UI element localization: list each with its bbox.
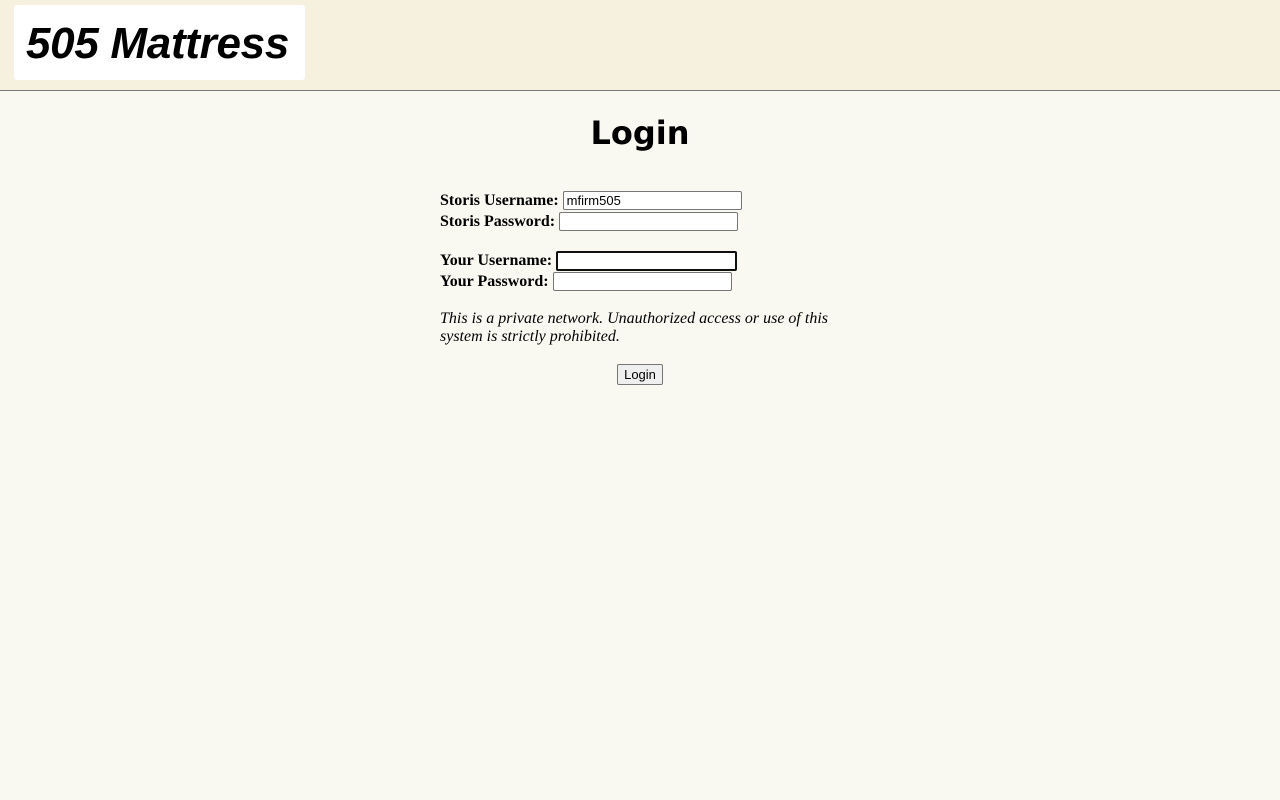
storis-username-row: Storis Username:	[440, 190, 840, 211]
login-form: Storis Username: Storis Password: Your U…	[440, 190, 840, 385]
storis-username-input[interactable]	[562, 191, 742, 210]
site-header: 505 Mattress	[0, 0, 1280, 91]
your-password-input[interactable]	[552, 272, 732, 291]
your-password-row: Your Password:	[440, 271, 840, 292]
your-password-label: Your Password:	[440, 272, 549, 290]
legal-notice: This is a private network. Unauthorized …	[440, 310, 828, 345]
storis-password-input[interactable]	[559, 212, 739, 231]
your-username-input[interactable]	[556, 250, 738, 271]
page-title: Login	[590, 114, 690, 152]
your-username-row: Your Username:	[440, 250, 840, 271]
login-button[interactable]: Login	[617, 364, 663, 385]
logo: 505 Mattress	[14, 5, 305, 80]
logo-text: 505 Mattress	[26, 19, 289, 68]
storis-username-label: Storis Username:	[440, 191, 559, 209]
storis-password-label: Storis Password:	[440, 212, 556, 230]
submit-row: Login	[440, 364, 840, 385]
your-username-label: Your Username:	[440, 251, 553, 269]
storis-password-row: Storis Password:	[440, 211, 840, 232]
